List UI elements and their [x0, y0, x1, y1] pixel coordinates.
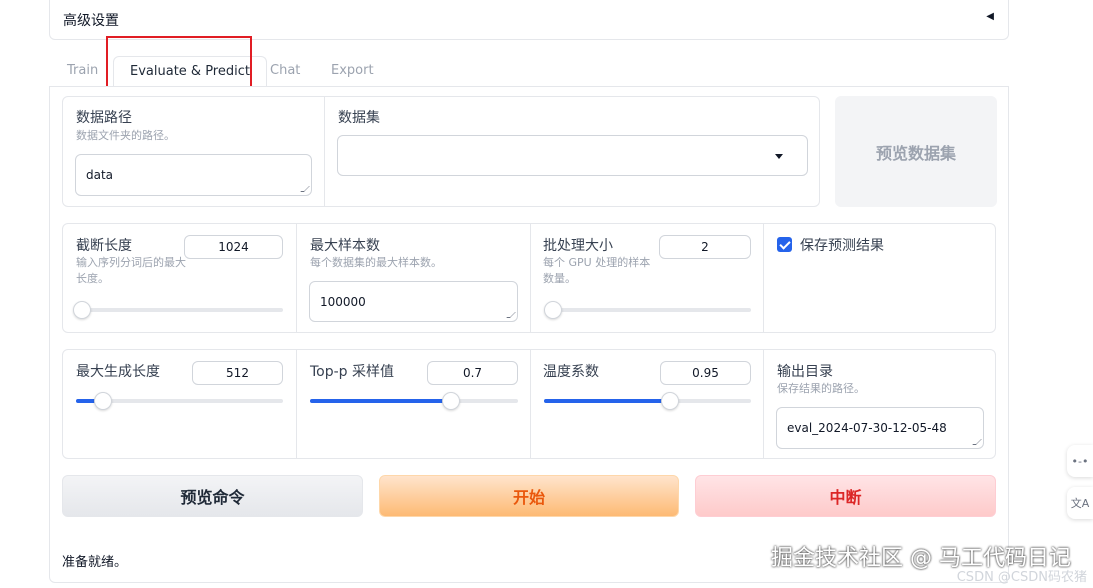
- preview-command-button[interactable]: 预览命令: [62, 475, 363, 517]
- data-path-value: data: [86, 168, 114, 182]
- output-dir-cell: 输出目录 保存结果的路径。 eval_2024-07-30-12-05-48: [763, 350, 997, 458]
- cutoff-len-slider[interactable]: [73, 301, 283, 319]
- max-new-tokens-label: 最大生成长度: [76, 364, 160, 380]
- top-p-slider-thumb[interactable]: [442, 392, 461, 410]
- max-samples-input[interactable]: 100000: [309, 281, 518, 322]
- tab-train[interactable]: Train: [51, 56, 114, 86]
- predict-label[interactable]: 保存预测结果: [800, 235, 884, 255]
- top-p-slider-fill: [310, 399, 452, 403]
- output-dir-input[interactable]: eval_2024-07-30-12-05-48: [776, 407, 984, 449]
- max-samples-cell: 最大样本数 每个数据集的最大样本数。 100000: [296, 224, 530, 332]
- cutoff-len-cell: 截断长度 1024 输入序列分词后的最大长度。: [63, 224, 296, 332]
- max-new-tokens-number[interactable]: 512: [192, 361, 283, 385]
- cutoff-len-label: 截断长度: [76, 238, 132, 254]
- max-samples-value: 100000: [320, 294, 366, 309]
- tab-evaluate-predict[interactable]: Evaluate & Predict: [113, 56, 267, 87]
- watermark-subtext: CSDN @CSDN码农猪: [956, 570, 1087, 585]
- advanced-settings-accordion[interactable]: 高级设置 ◀: [49, 0, 1009, 40]
- temperature-slider-fill: [544, 399, 671, 403]
- dataset-group: 数据路径 数据文件夹的路径。 data 数据集: [62, 96, 820, 207]
- chevron-down-icon: [775, 154, 783, 159]
- output-dir-info: 保存结果的路径。: [777, 382, 865, 395]
- predict-checkbox[interactable]: [777, 237, 792, 252]
- predict-cell: 保存预测结果: [763, 224, 997, 332]
- collapse-caret-icon[interactable]: ◀: [986, 11, 994, 22]
- top-p-label: Top-p 采样值: [310, 364, 395, 380]
- temperature-slider[interactable]: [544, 392, 751, 410]
- advanced-settings-title: 高级设置: [63, 13, 119, 29]
- max-samples-label: 最大样本数: [310, 238, 380, 254]
- dataset-dropdown[interactable]: [337, 135, 808, 176]
- tab-export[interactable]: Export: [315, 56, 390, 86]
- top-p-slider[interactable]: [310, 392, 518, 410]
- max-new-tokens-slider[interactable]: [76, 392, 283, 410]
- max-new-tokens-cell: 最大生成长度 512: [63, 350, 296, 458]
- resize-grip-icon[interactable]: [972, 439, 982, 445]
- dataset-cell: 数据集: [324, 97, 821, 206]
- batch-size-slider-thumb[interactable]: [544, 301, 562, 319]
- batch-size-slider[interactable]: [544, 301, 751, 319]
- resize-grip-icon[interactable]: [506, 312, 516, 318]
- side-toolbar-icon[interactable]: •-•: [1067, 445, 1093, 477]
- cutoff-len-info: 输入序列分词后的最大长度。: [76, 256, 186, 285]
- max-new-tokens-slider-thumb[interactable]: [93, 392, 112, 410]
- sampling-group: 最大生成长度 512 Top-p 采样值 0.7 温度系数 0.95 输出目录 …: [62, 349, 996, 459]
- cutoff-len-slider-thumb[interactable]: [73, 301, 92, 319]
- resize-grip-icon[interactable]: [300, 186, 310, 192]
- batch-size-cell: 批处理大小 2 每个 GPU 处理的样本数量。: [530, 224, 763, 332]
- top-p-cell: Top-p 采样值 0.7: [296, 350, 530, 458]
- output-dir-label: 输出目录: [777, 364, 833, 380]
- data-path-label: 数据路径: [76, 110, 132, 126]
- status-text: 准备就绪。: [62, 555, 128, 570]
- start-button[interactable]: 开始: [379, 475, 679, 517]
- dataset-label: 数据集: [338, 110, 380, 126]
- data-path-input[interactable]: data: [75, 154, 312, 196]
- temperature-label: 温度系数: [543, 364, 599, 380]
- top-p-number[interactable]: 0.7: [427, 361, 518, 385]
- translate-icon[interactable]: 文A: [1067, 487, 1093, 519]
- tab-bar: Train Evaluate & Predict Chat Export: [49, 56, 1009, 87]
- preview-dataset-button[interactable]: 预览数据集: [835, 96, 997, 207]
- stop-button[interactable]: 中断: [695, 475, 996, 517]
- generation-limits-group: 截断长度 1024 输入序列分词后的最大长度。 最大样本数 每个数据集的最大样本…: [62, 223, 996, 333]
- temperature-slider-thumb[interactable]: [661, 392, 680, 410]
- max-samples-info: 每个数据集的最大样本数。: [310, 256, 442, 269]
- data-path-cell: 数据路径 数据文件夹的路径。 data: [63, 97, 324, 206]
- temperature-number[interactable]: 0.95: [660, 361, 751, 385]
- tab-chat[interactable]: Chat: [254, 56, 316, 86]
- output-dir-value: eval_2024-07-30-12-05-48: [787, 421, 947, 435]
- cutoff-len-number[interactable]: 1024: [184, 235, 283, 259]
- batch-size-info: 每个 GPU 处理的样本数量。: [543, 256, 651, 285]
- data-path-info: 数据文件夹的路径。: [76, 129, 175, 142]
- temperature-cell: 温度系数 0.95: [530, 350, 763, 458]
- batch-size-label: 批处理大小: [543, 238, 613, 254]
- batch-size-number[interactable]: 2: [659, 235, 751, 259]
